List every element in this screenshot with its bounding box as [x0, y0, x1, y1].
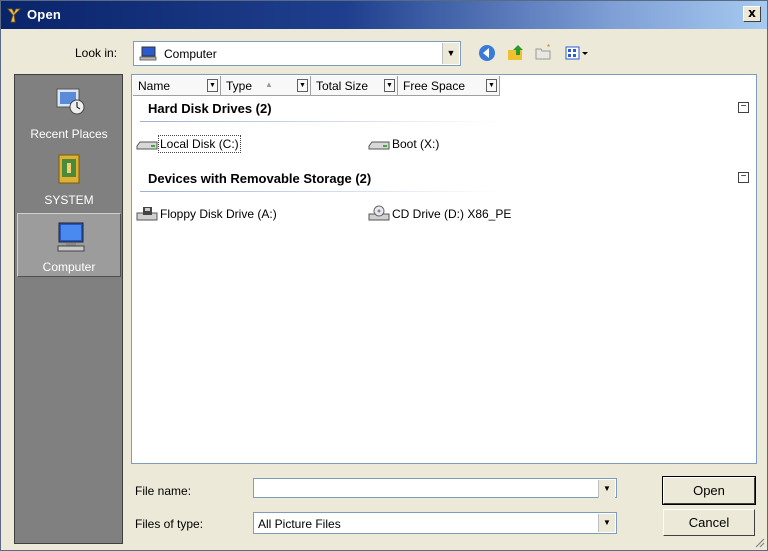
files-of-type-value: All Picture Files [258, 517, 341, 531]
place-system[interactable]: SYSTEM [17, 145, 121, 209]
group-title-removable[interactable]: Devices with Removable Storage (2) [148, 171, 371, 186]
column-header-name[interactable]: Name ▼ [133, 76, 221, 96]
open-dialog: Open x Look in: Computer ▼ * Recent Plac… [0, 0, 768, 551]
column-dropdown-icon[interactable]: ▼ [207, 79, 218, 92]
open-button[interactable]: Open [662, 476, 756, 505]
column-header-total-size[interactable]: Total Size ▼ [311, 76, 398, 96]
computer-icon [139, 46, 157, 61]
file-list-view[interactable]: Name ▼ Type ▲ ▼ Total Size ▼ Free Space … [131, 74, 757, 464]
look-in-combo[interactable]: Computer ▼ [133, 41, 461, 66]
place-label: SYSTEM [44, 193, 94, 207]
file-name-label: File name: [135, 484, 192, 498]
collapse-group-icon[interactable]: − [738, 102, 749, 113]
column-header-free-space[interactable]: Free Space ▼ [398, 76, 500, 96]
list-item-cd-d[interactable]: CD Drive (D:) X86_PE [368, 205, 548, 223]
place-label: Recent Places [30, 127, 108, 141]
collapse-group-icon[interactable]: − [738, 172, 749, 183]
cd-drive-icon [368, 205, 390, 221]
back-icon[interactable] [477, 43, 497, 63]
column-dropdown-icon[interactable]: ▼ [486, 79, 497, 92]
file-name-input[interactable] [256, 480, 596, 496]
user-folder-icon [58, 154, 80, 184]
up-folder-icon[interactable] [506, 43, 526, 63]
list-item-local-disk-c[interactable]: Local Disk (C:) [136, 135, 366, 153]
look-in-label: Look in: [75, 46, 118, 60]
cancel-button[interactable]: Cancel [663, 509, 755, 536]
column-dropdown-icon[interactable]: ▼ [384, 79, 395, 92]
look-in-value: Computer [164, 47, 217, 61]
place-computer[interactable]: Computer [17, 213, 121, 277]
places-bar: Recent Places SYSTEM Computer [14, 74, 123, 544]
app-icon [7, 8, 21, 23]
group-divider [140, 121, 500, 122]
window-title: Open [27, 7, 62, 22]
computer-icon [57, 222, 85, 252]
place-label: Computer [42, 260, 96, 274]
svg-text:*: * [547, 43, 550, 52]
floppy-drive-icon [136, 207, 158, 221]
files-of-type-dropdown-arrow[interactable]: ▼ [598, 514, 615, 532]
column-header-type[interactable]: Type ▲ ▼ [221, 76, 311, 96]
files-of-type-combo[interactable]: All Picture Files ▼ [253, 512, 617, 534]
list-item-boot-x[interactable]: Boot (X:) [368, 135, 508, 153]
list-item-floppy-a[interactable]: Floppy Disk Drive (A:) [136, 205, 336, 223]
file-name-dropdown-arrow[interactable]: ▼ [598, 480, 615, 498]
files-of-type-label: Files of type: [135, 517, 204, 531]
hard-disk-icon [368, 141, 390, 150]
views-menu-icon[interactable] [563, 43, 593, 63]
column-dropdown-icon[interactable]: ▼ [297, 79, 308, 92]
look-in-dropdown-arrow[interactable]: ▼ [442, 43, 459, 64]
title-bar[interactable]: Open x [1, 1, 767, 29]
group-divider [140, 191, 500, 192]
place-recent-places[interactable]: Recent Places [17, 79, 121, 143]
hard-disk-icon [136, 141, 158, 150]
new-folder-icon[interactable]: * [534, 43, 554, 63]
group-title-hard-disks[interactable]: Hard Disk Drives (2) [148, 101, 272, 116]
sort-ascending-icon: ▲ [265, 80, 273, 89]
close-button[interactable]: x [743, 6, 761, 22]
resize-grip-icon[interactable] [753, 536, 765, 548]
recent-places-icon [56, 88, 85, 115]
file-name-combo[interactable]: ▼ [253, 478, 617, 498]
